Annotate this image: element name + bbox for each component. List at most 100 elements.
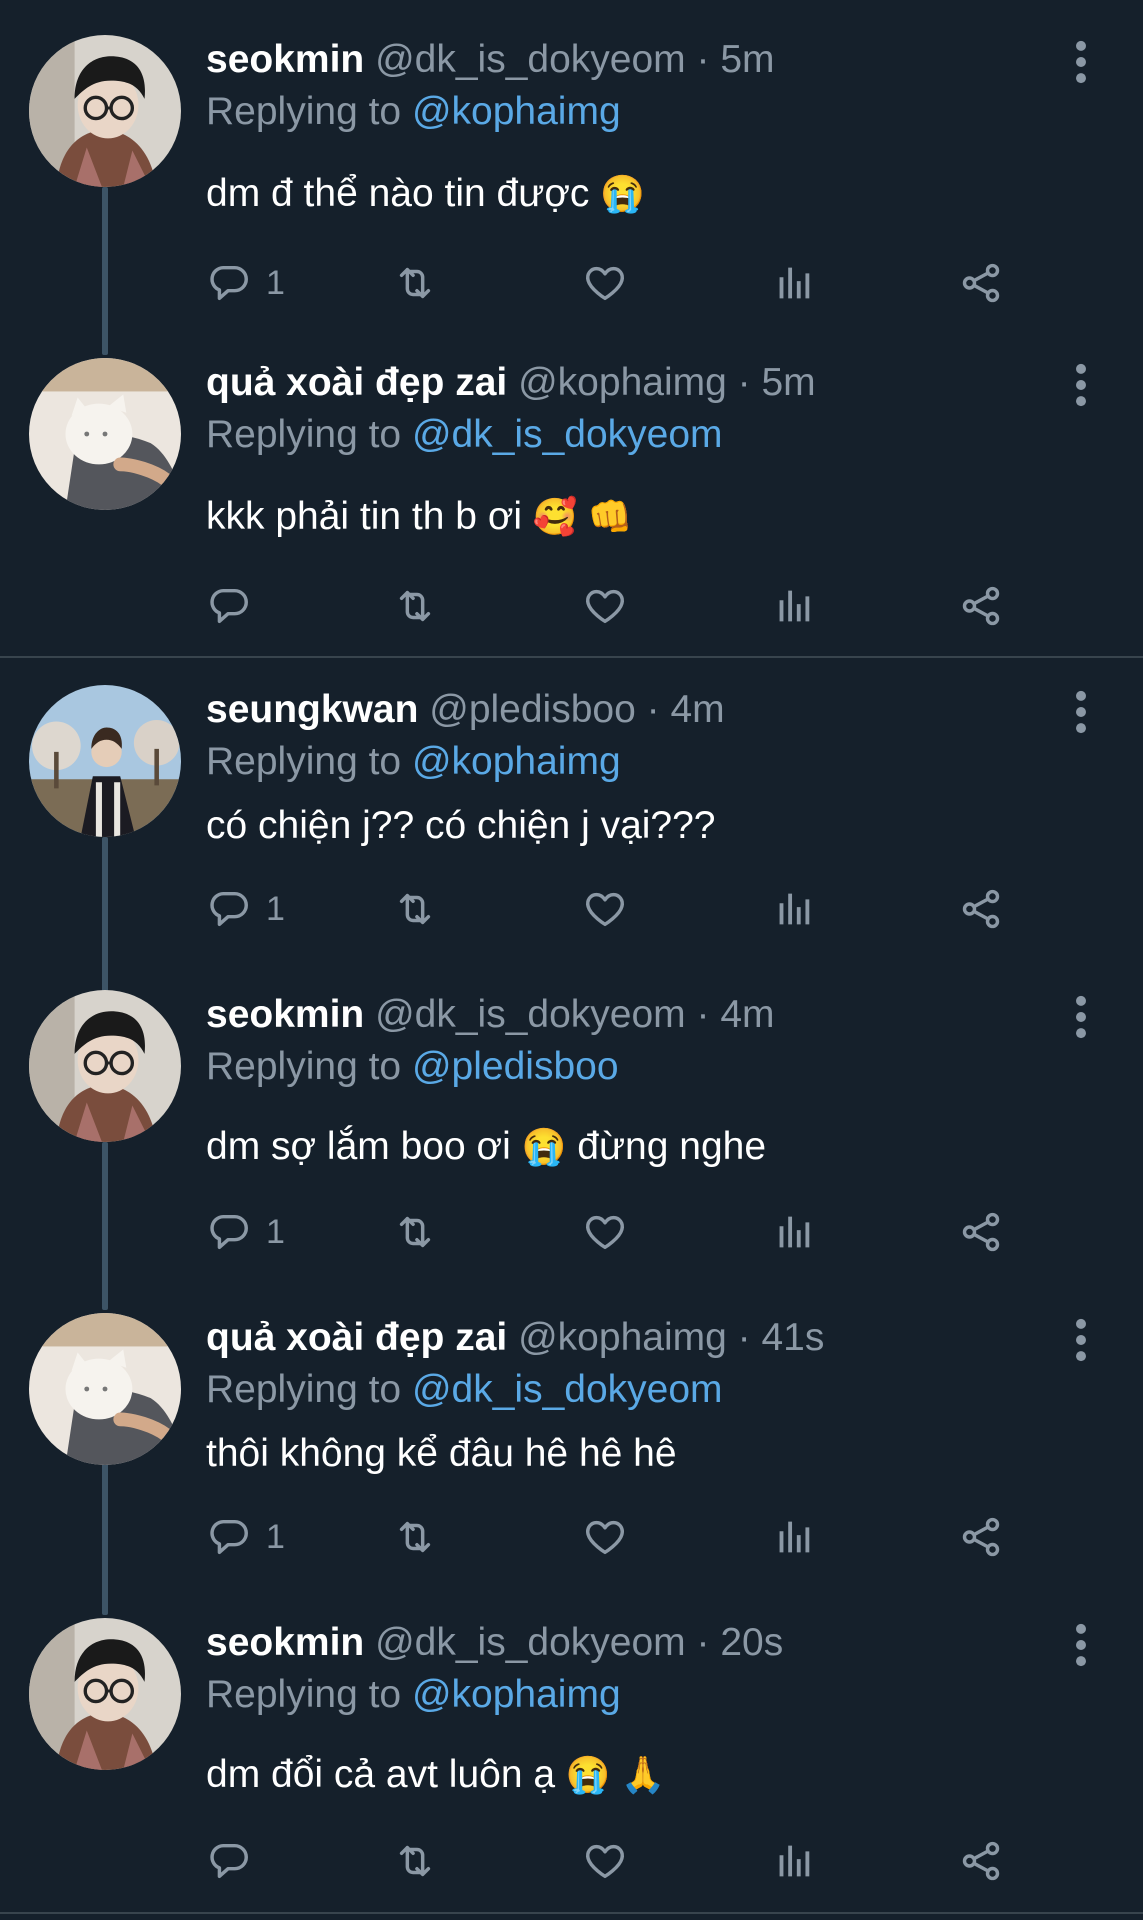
share-button[interactable] [958, 576, 1004, 636]
reply-button[interactable] [206, 576, 266, 636]
replying-to: Replying to @dk_is_dokyeom [206, 1364, 723, 1416]
retweet-icon [392, 1514, 438, 1560]
reply-button[interactable]: 1 [206, 1202, 285, 1262]
separator-dot: · [635, 688, 671, 731]
share-icon [958, 1514, 1004, 1560]
tweet-text: kkk phải tin th b ơi 🥰 👊 [206, 491, 633, 543]
retweet-icon [392, 1838, 438, 1884]
bar-chart-icon [770, 260, 816, 306]
tweet-text-content: thôi không kể đâu hê hê hê [206, 1432, 677, 1475]
avatar[interactable] [29, 358, 181, 510]
reply-icon [206, 1838, 252, 1884]
more-options-icon[interactable] [1068, 363, 1094, 407]
retweet-button[interactable] [392, 1831, 438, 1891]
reply-count: 1 [266, 1212, 285, 1251]
emoji: 🥰 👊 [532, 496, 633, 537]
reply-icon [206, 260, 252, 306]
heart-icon [582, 886, 628, 932]
avatar[interactable] [29, 990, 181, 1142]
share-icon [958, 260, 1004, 306]
avatar[interactable] [29, 1618, 181, 1770]
action-bar: 1 [206, 879, 1026, 939]
retweet-button[interactable] [392, 576, 438, 636]
retweet-button[interactable] [392, 1507, 438, 1567]
like-button[interactable] [582, 1831, 628, 1891]
timestamp[interactable]: 5m [761, 361, 815, 404]
more-options-icon[interactable] [1068, 690, 1094, 734]
bar-chart-icon [770, 1838, 816, 1884]
more-options-icon[interactable] [1068, 995, 1094, 1039]
timestamp[interactable]: 41s [761, 1316, 824, 1359]
mention-link[interactable]: @kophaimg [412, 90, 621, 133]
timestamp[interactable]: 4m [670, 688, 724, 731]
replying-to-label: Replying to [206, 1368, 412, 1411]
like-button[interactable] [582, 879, 628, 939]
timestamp[interactable]: 20s [720, 1621, 783, 1664]
thread-line [102, 187, 108, 355]
share-button[interactable] [958, 1831, 1004, 1891]
reply-button[interactable]: 1 [206, 1507, 285, 1567]
timestamp[interactable]: 4m [720, 993, 774, 1036]
tweet-header: seungkwan @pledisboo · 4m [206, 684, 725, 736]
views-button[interactable] [770, 253, 816, 313]
avatar[interactable] [29, 35, 181, 187]
like-button[interactable] [582, 253, 628, 313]
share-button[interactable] [958, 1507, 1004, 1567]
more-options-icon[interactable] [1068, 1318, 1094, 1362]
views-button[interactable] [770, 879, 816, 939]
share-button[interactable] [958, 1202, 1004, 1262]
retweet-button[interactable] [392, 253, 438, 313]
handle[interactable]: @kophaimg [518, 1316, 727, 1359]
mention-link[interactable]: @dk_is_dokyeom [412, 413, 723, 456]
tweet-text-continued: đừng nghe [566, 1125, 767, 1168]
handle[interactable]: @dk_is_dokyeom [375, 993, 686, 1036]
retweet-button[interactable] [392, 1202, 438, 1262]
tweet-text-content: dm đ thể nào tin được [206, 172, 590, 215]
views-button[interactable] [770, 1202, 816, 1262]
heart-icon [582, 1514, 628, 1560]
retweet-button[interactable] [392, 879, 438, 939]
views-button[interactable] [770, 1507, 816, 1567]
views-button[interactable] [770, 576, 816, 636]
avatar[interactable] [29, 685, 181, 837]
display-name[interactable]: seokmin [206, 1621, 364, 1664]
share-icon [958, 886, 1004, 932]
like-button[interactable] [582, 1202, 628, 1262]
reply-button[interactable]: 1 [206, 253, 285, 313]
display-name[interactable]: quả xoài đẹp zai [206, 361, 507, 404]
replying-to: Replying to @dk_is_dokyeom [206, 409, 723, 461]
handle[interactable]: @dk_is_dokyeom [375, 38, 686, 81]
reply-button[interactable] [206, 1831, 266, 1891]
more-options-icon[interactable] [1068, 1623, 1094, 1667]
action-bar [206, 576, 1026, 636]
tweet-text: dm sợ lắm boo ơi 😭 đừng nghe [206, 1121, 766, 1173]
share-button[interactable] [958, 879, 1004, 939]
handle[interactable]: @kophaimg [518, 361, 727, 404]
like-button[interactable] [582, 576, 628, 636]
action-bar: 1 [206, 1202, 1026, 1262]
heart-icon [582, 583, 628, 629]
mention-link[interactable]: @kophaimg [412, 1673, 621, 1716]
handle[interactable]: @dk_is_dokyeom [375, 1621, 686, 1664]
reply-button[interactable]: 1 [206, 879, 285, 939]
timestamp[interactable]: 5m [720, 38, 774, 81]
action-bar: 1 [206, 1507, 1026, 1567]
retweet-icon [392, 583, 438, 629]
display-name[interactable]: seokmin [206, 993, 364, 1036]
display-name[interactable]: seungkwan [206, 688, 418, 731]
more-options-icon[interactable] [1068, 40, 1094, 84]
avatar[interactable] [29, 1313, 181, 1465]
reply-count: 1 [266, 1517, 285, 1556]
views-button[interactable] [770, 1831, 816, 1891]
display-name[interactable]: quả xoài đẹp zai [206, 1316, 507, 1359]
tweet-text: thôi không kể đâu hê hê hê [206, 1428, 677, 1480]
heart-icon [582, 1209, 628, 1255]
tweet-text-content: có chiện j?? có chiện j vại??? [206, 804, 716, 847]
display-name[interactable]: seokmin [206, 38, 364, 81]
handle[interactable]: @pledisboo [429, 688, 636, 731]
like-button[interactable] [582, 1507, 628, 1567]
share-button[interactable] [958, 253, 1004, 313]
mention-link[interactable]: @kophaimg [412, 740, 621, 783]
mention-link[interactable]: @dk_is_dokyeom [412, 1368, 723, 1411]
mention-link[interactable]: @pledisboo [412, 1045, 619, 1088]
